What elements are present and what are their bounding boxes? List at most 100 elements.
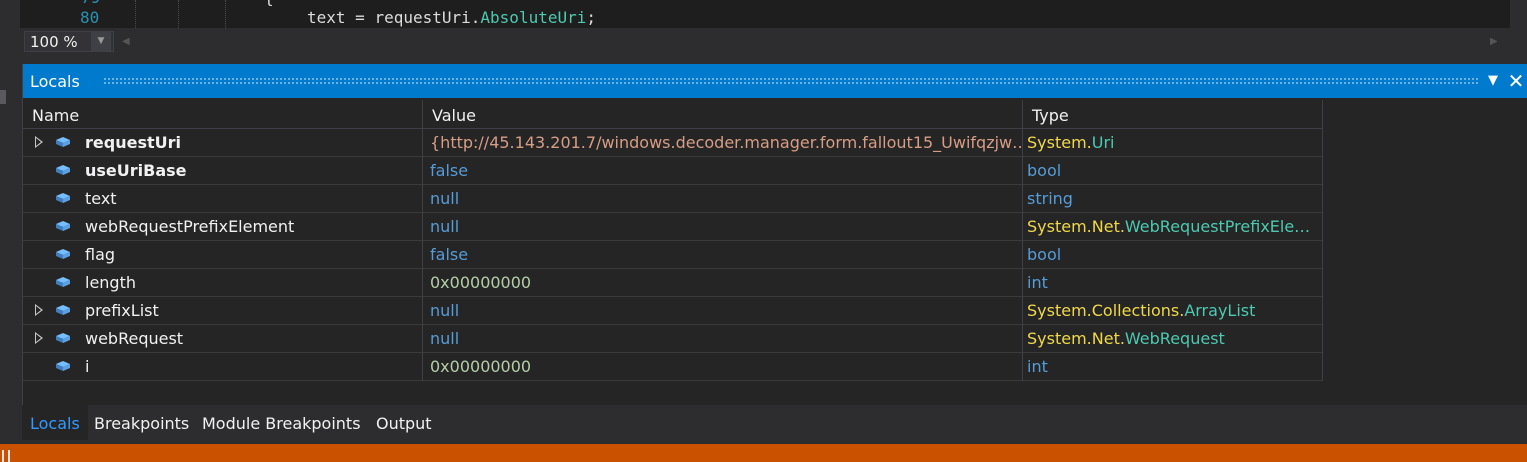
type-namespace: System.Collections.: [1027, 301, 1185, 320]
panel-title-bar[interactable]: Locals ▼ ✕: [23, 64, 1527, 98]
value-cell[interactable]: {http://45.143.201.7/windows.decoder.man…: [423, 129, 1023, 157]
locals-row[interactable]: useUriBase false bool: [23, 157, 1323, 185]
variable-name: webRequest: [85, 329, 184, 348]
column-header-type[interactable]: Type: [1023, 100, 1323, 129]
type-keyword: bool: [1027, 161, 1062, 180]
value-cell[interactable]: false: [423, 241, 1023, 269]
local-variable-icon: [56, 249, 70, 259]
name-cell[interactable]: length: [23, 269, 423, 297]
grid-body: requestUri {http://45.143.201.7/windows.d…: [23, 129, 1323, 381]
code-token-terminator: ;: [586, 8, 597, 27]
line-number: 80: [80, 8, 100, 27]
type-namespace: System.Net.: [1027, 329, 1125, 348]
status-bar: [0, 444, 1527, 462]
side-splitter-handle[interactable]: [0, 90, 6, 104]
local-variable-icon: [56, 193, 70, 203]
name-cell[interactable]: requestUri: [23, 129, 423, 157]
type-cell: System.Net.WebRequestPrefixEle…: [1023, 213, 1323, 241]
tool-window-tabs: Locals Breakpoints Module Breakpoints Outpu…: [22, 405, 1527, 442]
type-keyword: string: [1027, 189, 1073, 208]
locals-row[interactable]: text null string: [23, 185, 1323, 213]
variable-name: useUriBase: [85, 161, 187, 180]
type-cell: System.Uri: [1023, 129, 1323, 157]
variable-name: flag: [85, 245, 116, 264]
drag-grip[interactable]: [103, 77, 1478, 84]
type-namespace: System.: [1027, 133, 1092, 152]
type-cell: System.Net.WebRequest: [1023, 325, 1323, 353]
scroll-right-icon[interactable]: ▶: [1490, 36, 1498, 47]
variable-name: prefixList: [85, 301, 159, 320]
code-editor: 79 { 80 text = requestUri.AbsoluteUri; 1…: [0, 0, 1527, 56]
editor-vertical-scrollbar[interactable]: [1510, 0, 1527, 56]
local-variable-icon: [56, 277, 70, 287]
variable-name: i: [85, 357, 90, 376]
locals-tool-window: Locals ▼ ✕ Name Value Type requestUri {ht…: [22, 64, 1527, 442]
column-header-value[interactable]: Value: [423, 100, 1023, 129]
name-cell[interactable]: prefixList: [23, 297, 423, 325]
zoom-dropdown-icon[interactable]: ▼: [91, 31, 111, 52]
column-header-name[interactable]: Name: [23, 100, 423, 129]
expand-arrow-icon[interactable]: [35, 304, 43, 316]
zoom-level-value: 100 %: [30, 33, 78, 51]
type-class: WebRequest: [1124, 329, 1225, 348]
type-cell: int: [1023, 269, 1323, 297]
tab-output[interactable]: Output: [368, 405, 440, 440]
code-token-operator: =: [345, 8, 375, 27]
name-cell[interactable]: text: [23, 185, 423, 213]
close-icon[interactable]: ✕: [1506, 70, 1526, 92]
expand-arrow-icon[interactable]: [35, 332, 43, 344]
local-variable-icon: [56, 305, 70, 315]
name-cell[interactable]: webRequest: [23, 325, 423, 353]
value-cell[interactable]: null: [423, 185, 1023, 213]
code-token-property: AbsoluteUri: [480, 8, 587, 27]
value-cell[interactable]: null: [423, 297, 1023, 325]
locals-row[interactable]: webRequest null System.Net.WebRequest: [23, 325, 1323, 353]
grid-header: Name Value Type: [23, 100, 1323, 129]
value-cell[interactable]: null: [423, 213, 1023, 241]
locals-row[interactable]: requestUri {http://45.143.201.7/windows.d…: [23, 129, 1323, 157]
variable-name: webRequestPrefixElement: [85, 217, 295, 236]
tab-module-breakpoints[interactable]: Module Breakpoints: [194, 405, 369, 440]
indent-guide: [225, 0, 226, 28]
locals-row[interactable]: i 0x00000000 int: [23, 353, 1323, 381]
code-token-object: requestUri: [374, 8, 471, 27]
local-variable-icon: [56, 221, 70, 231]
type-namespace: System.Net.: [1027, 217, 1125, 236]
value-cell[interactable]: 0x00000000: [423, 269, 1023, 297]
type-keyword: int: [1027, 273, 1048, 292]
expand-arrow-icon[interactable]: [35, 136, 43, 148]
local-variable-icon: [56, 361, 70, 371]
name-cell[interactable]: i: [23, 353, 423, 381]
code-line[interactable]: text = requestUri.AbsoluteUri;: [307, 8, 596, 27]
code-token-variable: text: [307, 8, 346, 27]
locals-row[interactable]: webRequestPrefixElement null System.Net.We…: [23, 213, 1323, 241]
editor-bottom-bar: 100 % ▼ ◀ ▶: [20, 28, 1510, 56]
type-cell: bool: [1023, 157, 1323, 185]
indent-guide: [135, 0, 136, 28]
editor-left-margin: [0, 0, 20, 56]
locals-row[interactable]: length 0x00000000 int: [23, 269, 1323, 297]
name-cell[interactable]: webRequestPrefixElement: [23, 213, 423, 241]
tab-breakpoints[interactable]: Breakpoints: [86, 405, 197, 440]
scroll-left-icon[interactable]: ◀: [122, 36, 130, 47]
value-cell[interactable]: false: [423, 157, 1023, 185]
variable-name: requestUri: [85, 133, 181, 152]
locals-row[interactable]: prefixList null System.Collections.ArrayLi…: [23, 297, 1323, 325]
dropdown-arrow-icon[interactable]: ▼: [1484, 71, 1502, 91]
value-cell[interactable]: null: [423, 325, 1023, 353]
type-cell: string: [1023, 185, 1323, 213]
type-cell: System.Collections.ArrayList: [1023, 297, 1323, 325]
local-variable-icon: [56, 333, 70, 343]
indent-guide: [178, 0, 179, 28]
editor-text-area[interactable]: 79 { 80 text = requestUri.AbsoluteUri;: [20, 0, 1510, 28]
tab-locals[interactable]: Locals: [22, 405, 88, 440]
panel-title: Locals: [30, 72, 80, 91]
name-cell[interactable]: useUriBase: [23, 157, 423, 185]
type-keyword: int: [1027, 357, 1048, 376]
type-keyword: bool: [1027, 245, 1062, 264]
name-cell[interactable]: flag: [23, 241, 423, 269]
type-class: WebRequestPrefixEle…: [1124, 217, 1311, 236]
value-cell[interactable]: 0x00000000: [423, 353, 1023, 381]
locals-row[interactable]: flag false bool: [23, 241, 1323, 269]
code-token-dot: .: [470, 8, 481, 27]
